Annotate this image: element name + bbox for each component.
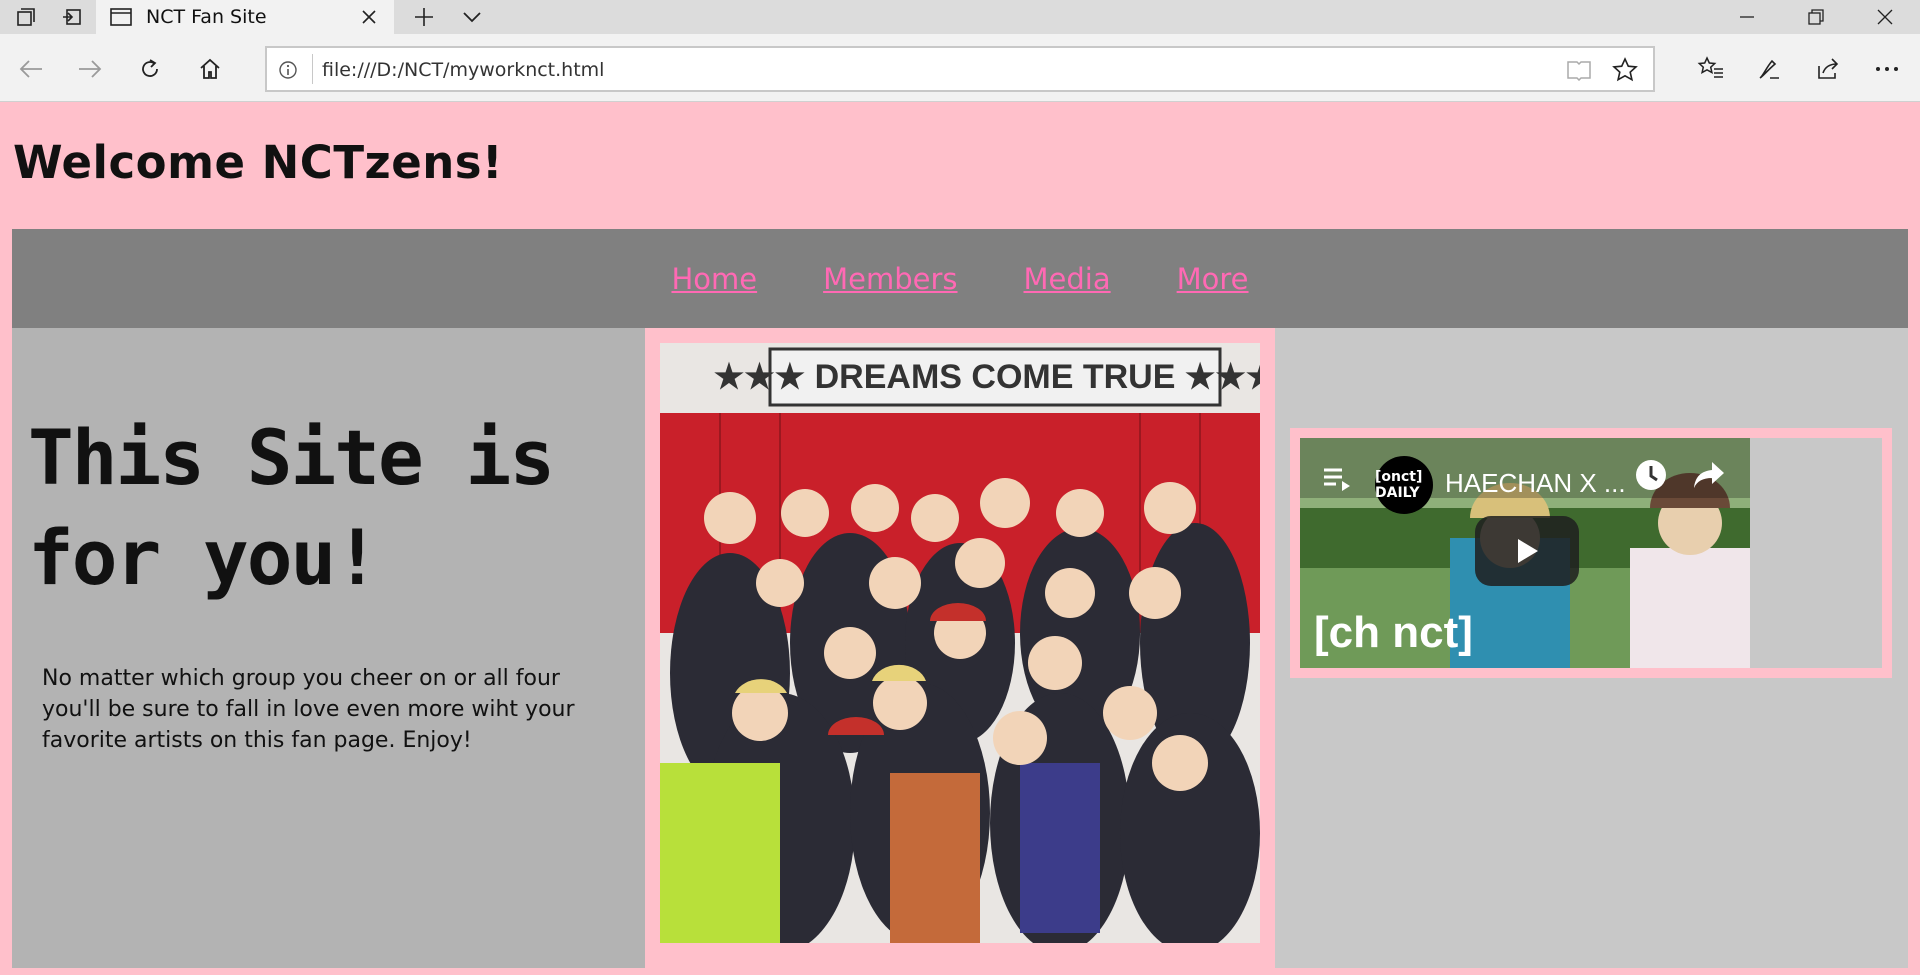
youtube-video-player[interactable]: [ᴏnct] DAILY HAECHAN X ... [ch nct] xyxy=(1300,438,1750,668)
restore-icon[interactable] xyxy=(1781,0,1851,34)
hero-heading: This Site is for you! xyxy=(28,413,555,602)
back-icon[interactable] xyxy=(6,44,56,94)
close-window-icon[interactable] xyxy=(1850,0,1920,34)
favorites-hub-icon[interactable] xyxy=(1686,44,1736,94)
nav-link-home[interactable]: Home xyxy=(671,262,757,296)
tab-bar: NCT Fan Site xyxy=(0,0,1920,34)
intro-column: This Site is for you! No matter which gr… xyxy=(12,328,645,968)
tab-title: NCT Fan Site xyxy=(146,6,267,28)
set-tabs-aside-icon[interactable] xyxy=(48,0,96,34)
browser-toolbar: file:///D:/NCT/myworknct.html xyxy=(0,34,1920,102)
nav-link-members[interactable]: Members xyxy=(823,262,957,296)
forward-icon[interactable] xyxy=(65,44,115,94)
close-tab-icon[interactable] xyxy=(356,4,382,30)
channel-avatar[interactable]: [ᴏnct] DAILY xyxy=(1375,456,1433,514)
address-divider xyxy=(312,54,313,84)
video-embed-frame: [ᴏnct] DAILY HAECHAN X ... [ch nct] xyxy=(1290,428,1892,678)
video-title[interactable]: HAECHAN X ... xyxy=(1445,468,1626,499)
web-page: Welcome NCTzens! Home Members Media More… xyxy=(0,103,1920,975)
share-video-icon[interactable] xyxy=(1692,460,1726,494)
watch-later-clock-icon[interactable] xyxy=(1634,458,1668,496)
intro-paragraph: No matter which group you cheer on or al… xyxy=(42,666,575,753)
url-text[interactable]: file:///D:/NCT/myworknct.html xyxy=(322,59,604,81)
reading-view-icon[interactable] xyxy=(1563,55,1595,85)
banner-text: ★★★ DREAMS COME TRUE ★★★ xyxy=(714,358,1260,396)
play-button[interactable] xyxy=(1475,516,1579,586)
minimize-icon[interactable] xyxy=(1712,0,1782,34)
site-info-icon[interactable] xyxy=(275,57,301,83)
favorite-star-icon[interactable] xyxy=(1609,55,1641,85)
browser-tab[interactable]: NCT Fan Site xyxy=(96,0,394,34)
nav-link-more[interactable]: More xyxy=(1177,262,1249,296)
new-tab-icon[interactable] xyxy=(400,0,448,34)
refresh-icon[interactable] xyxy=(125,44,175,94)
address-bar[interactable]: file:///D:/NCT/myworknct.html xyxy=(265,46,1655,92)
photo-column: ★★★ DREAMS COME TRUE ★★★ xyxy=(645,328,1275,975)
share-icon[interactable] xyxy=(1803,44,1853,94)
page-icon xyxy=(110,7,132,31)
home-icon[interactable] xyxy=(185,44,235,94)
pen-notes-icon[interactable] xyxy=(1744,44,1794,94)
tab-preview-chevron-icon[interactable] xyxy=(448,0,496,34)
group-photo: ★★★ DREAMS COME TRUE ★★★ xyxy=(660,343,1260,943)
playlist-icon[interactable] xyxy=(1322,466,1354,498)
video-column: [ᴏnct] DAILY HAECHAN X ... [ch nct] xyxy=(1275,328,1908,968)
channel-watermark: [ch nct] xyxy=(1314,608,1473,657)
nav-link-media[interactable]: Media xyxy=(1024,262,1111,296)
site-nav: Home Members Media More xyxy=(12,229,1908,328)
more-menu-icon[interactable] xyxy=(1862,44,1912,94)
tab-manager-icon[interactable] xyxy=(2,0,50,34)
page-title: Welcome NCTzens! xyxy=(13,136,504,189)
